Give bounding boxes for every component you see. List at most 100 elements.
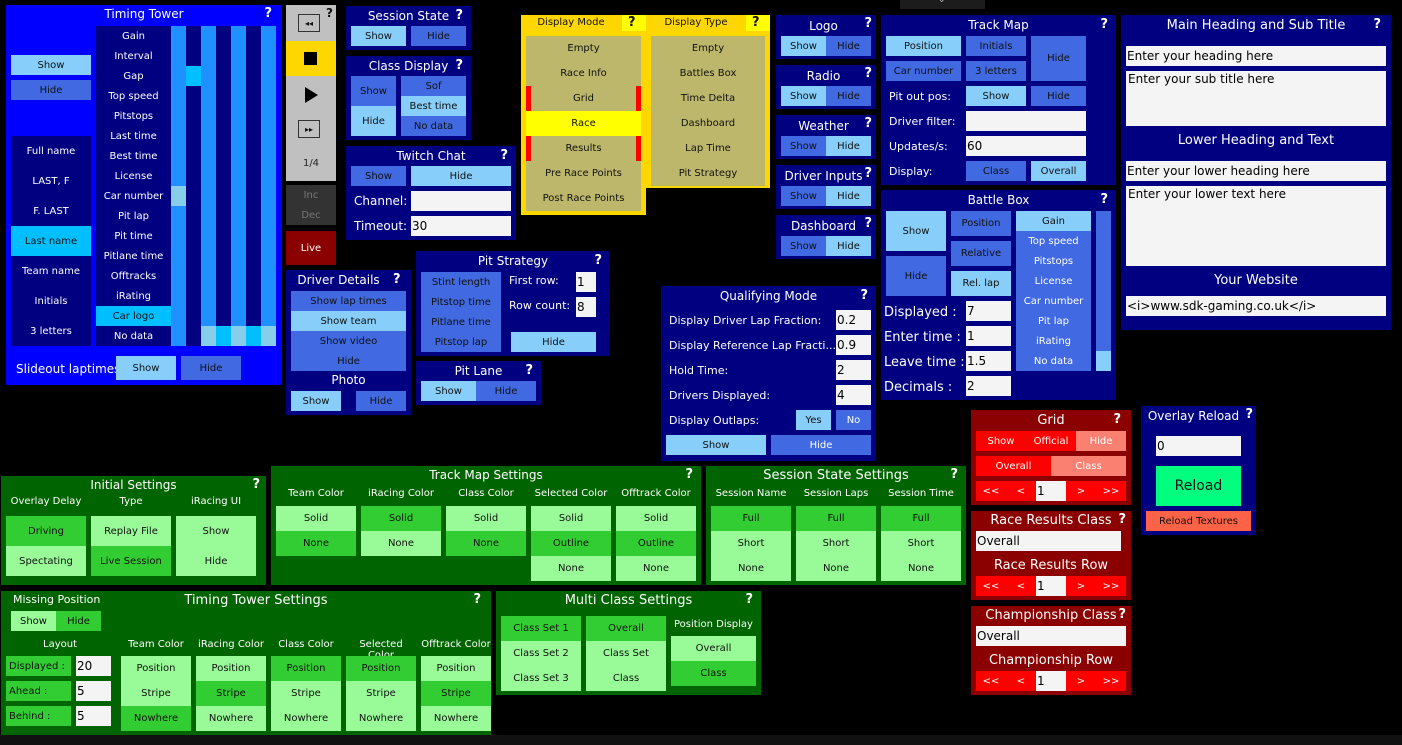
column-slot[interactable] (171, 126, 186, 146)
show-team-button[interactable]: Show team (291, 311, 406, 331)
column-slot[interactable] (186, 146, 201, 166)
column-slot[interactable] (186, 126, 201, 146)
battle-column-no-data[interactable]: No data (1016, 351, 1091, 371)
column-slot[interactable] (231, 266, 246, 286)
column-slot[interactable] (216, 186, 231, 206)
timing-tower-show-button[interactable]: Show (11, 55, 91, 75)
class-display-hide-button[interactable]: Hide (351, 106, 396, 136)
twitch-hide-button[interactable]: Hide (411, 166, 511, 186)
offtrack-color-solid-button[interactable]: Solid (616, 506, 696, 531)
column-slot[interactable] (216, 166, 231, 186)
pit-lane-show-button[interactable]: Show (421, 381, 476, 401)
session-laps-full-button[interactable]: Full (796, 506, 876, 531)
display-type-empty[interactable]: Empty (651, 36, 765, 61)
column-slot[interactable] (246, 186, 261, 206)
row-count-input[interactable] (576, 297, 596, 317)
offtrack-color-position-button[interactable]: Position (421, 656, 491, 681)
layout-ahead-input[interactable] (76, 681, 111, 701)
column-slot[interactable] (261, 66, 276, 86)
column-slot[interactable] (201, 206, 216, 226)
column-slot[interactable] (201, 26, 216, 46)
lower-heading-input[interactable] (1126, 161, 1386, 181)
weather-hide-button[interactable]: Hide (826, 136, 871, 156)
battle-box-show-button[interactable]: Show (886, 211, 946, 251)
column-slot[interactable] (231, 26, 246, 46)
display-mode-post-race-points[interactable]: Post Race Points (526, 186, 641, 211)
timing-tower-hide-button[interactable]: Hide (11, 80, 91, 100)
session-name-none-button[interactable]: None (711, 556, 791, 581)
name-format-last-f[interactable]: LAST, F (11, 166, 91, 196)
championship-row-input[interactable] (1036, 671, 1066, 691)
help-icon[interactable]: ? (864, 66, 872, 81)
qualifying-input-3[interactable] (836, 385, 871, 405)
track-map-class-button[interactable]: Class (966, 161, 1026, 181)
column-slot[interactable] (186, 206, 201, 226)
heading-input[interactable] (1126, 46, 1386, 66)
column-slot[interactable] (216, 206, 231, 226)
qualifying-show-button[interactable]: Show (666, 435, 766, 455)
pitstop-lap-button[interactable]: Pitstop lap (421, 332, 501, 352)
column-slot[interactable] (231, 246, 246, 266)
session-laps-none-button[interactable]: None (796, 556, 876, 581)
column-no-data[interactable]: No data (96, 326, 171, 346)
column-slot[interactable] (201, 46, 216, 66)
team-color-solid-button[interactable]: Solid (276, 506, 356, 531)
championship-class-input[interactable] (976, 626, 1126, 646)
selected-color-solid-button[interactable]: Solid (531, 506, 611, 531)
column-slot[interactable] (216, 266, 231, 286)
column-slot[interactable] (261, 86, 276, 106)
team-color-position-button[interactable]: Position (121, 656, 191, 681)
qualifying-input-1[interactable] (836, 335, 871, 355)
radio-hide-button[interactable]: Hide (826, 86, 871, 106)
display-type-pit-strategy[interactable]: Pit Strategy (651, 161, 765, 186)
layout-behind-input[interactable] (76, 706, 111, 726)
column-slot[interactable] (231, 286, 246, 306)
column-slot[interactable] (171, 166, 186, 186)
battle-box-rel-lap-button[interactable]: Rel. lap (951, 271, 1011, 296)
column-gap[interactable]: Gap (96, 66, 171, 86)
missing-position-hide-button[interactable]: Hide (56, 611, 101, 631)
column-slot[interactable] (201, 106, 216, 126)
dashboard-show-button[interactable]: Show (781, 236, 826, 256)
grid-show-button[interactable]: Show (976, 431, 1026, 451)
subtitle-textarea[interactable]: Enter your sub title here (1126, 71, 1386, 126)
column-slot[interactable] (216, 46, 231, 66)
help-icon[interactable]: ? (1100, 17, 1108, 32)
display-mode-race[interactable]: Race (526, 111, 641, 136)
help-icon[interactable]: ? (473, 592, 481, 607)
selected-color-outline-button[interactable]: Outline (531, 531, 611, 556)
column-slot[interactable] (261, 166, 276, 186)
column-slot[interactable] (201, 126, 216, 146)
battle-column-gain[interactable]: Gain (1016, 211, 1091, 231)
grid-class-button[interactable]: Class (1051, 456, 1126, 476)
battle-box-hide-button[interactable]: Hide (886, 256, 946, 296)
column-slot[interactable] (186, 226, 201, 246)
pit-strategy-hide-button[interactable]: Hide (511, 332, 596, 352)
column-slot[interactable] (216, 126, 231, 146)
column-slot[interactable] (171, 46, 186, 66)
column-slot[interactable] (246, 266, 261, 286)
column-slot[interactable] (171, 66, 186, 86)
column-slot[interactable] (216, 106, 231, 126)
class-color-nowhere-button[interactable]: Nowhere (271, 706, 341, 731)
class-display-no-data[interactable]: No data (401, 116, 466, 136)
display-type-battles-box[interactable]: Battles Box (651, 61, 765, 86)
column-top-speed[interactable]: Top speed (96, 86, 171, 106)
class-display-sof[interactable]: Sof (401, 76, 466, 96)
stop-icon[interactable] (304, 52, 317, 65)
column-slot[interactable] (261, 226, 276, 246)
column-slot[interactable] (186, 106, 201, 126)
column-slot[interactable] (186, 286, 201, 306)
logo-hide-button[interactable]: Hide (826, 36, 871, 56)
stint-length-button[interactable]: Stint length (421, 272, 501, 292)
column-slot[interactable] (186, 266, 201, 286)
grid-overall-button[interactable]: Overall (976, 456, 1051, 476)
overlay-delay-driving-button[interactable]: Driving (6, 516, 86, 546)
help-icon[interactable]: ? (264, 6, 272, 21)
column-slot[interactable] (201, 266, 216, 286)
column-slot[interactable] (201, 246, 216, 266)
column-slot[interactable] (246, 326, 261, 346)
track-map-3-letters-button[interactable]: 3 letters (966, 61, 1026, 81)
column-slot[interactable] (246, 46, 261, 66)
qualifying-input-0[interactable] (836, 310, 871, 330)
